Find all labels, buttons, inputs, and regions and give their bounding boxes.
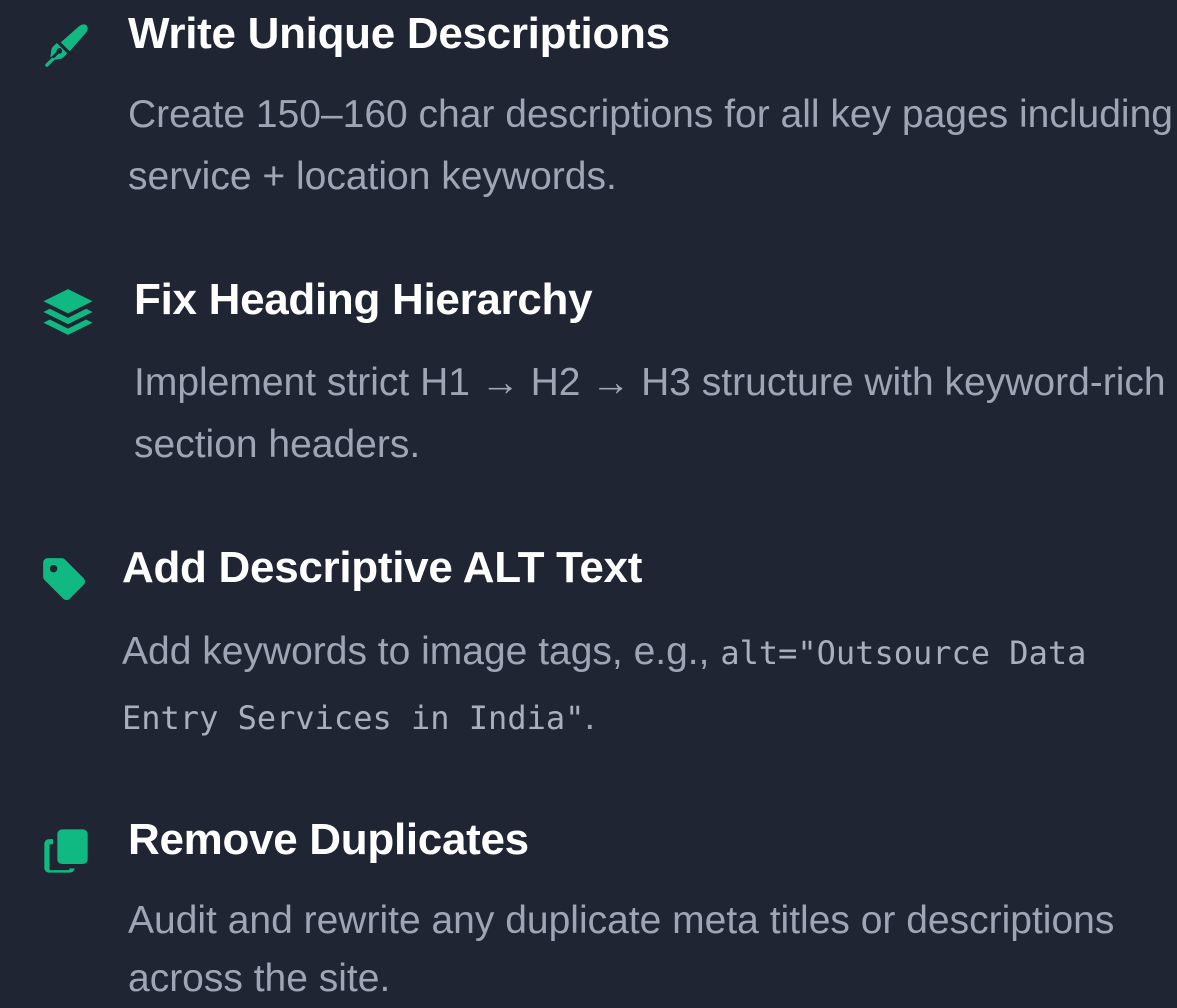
item-title: Write Unique Descriptions <box>128 9 670 58</box>
item-title: Add Descriptive ALT Text <box>122 543 643 592</box>
tag-icon <box>36 551 92 607</box>
pen-icon <box>38 18 94 74</box>
item-description: Add keywords to image tags, e.g., alt="O… <box>122 620 1177 750</box>
description-text: Add keywords to image tags, e.g., <box>122 630 721 673</box>
layers-icon <box>40 284 96 340</box>
description-suffix: . <box>584 695 596 738</box>
item-description: Audit and rewrite any duplicate meta tit… <box>128 899 1115 1000</box>
item-description: Create 150–160 char descriptions for all… <box>128 93 1173 198</box>
item-title: Remove Duplicates <box>128 815 529 864</box>
item-title: Fix Heading Hierarchy <box>134 275 593 324</box>
item-description: Implement strict H1 → H2 → H3 structure … <box>134 361 1166 466</box>
copy-icon <box>38 823 94 879</box>
